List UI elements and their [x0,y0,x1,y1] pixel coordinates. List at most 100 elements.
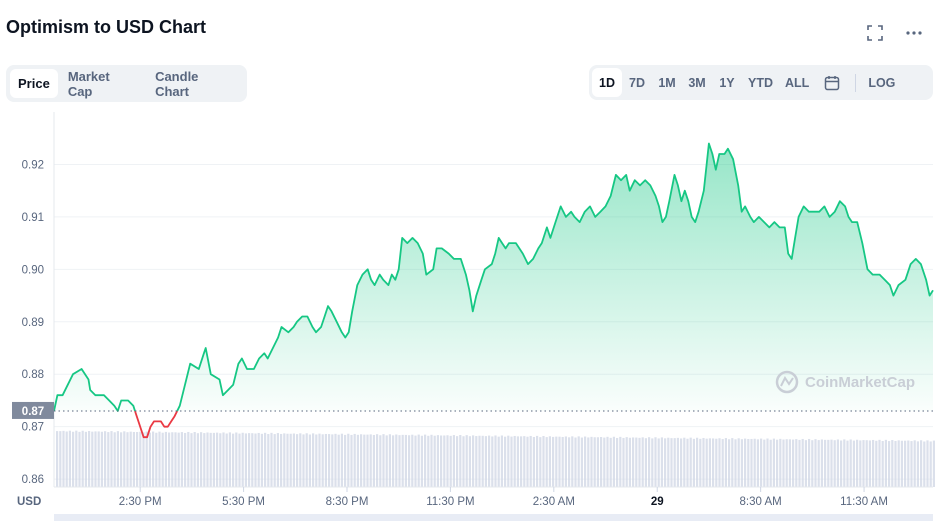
volume-bar [699,438,702,487]
volume-bar [228,432,231,487]
volume-bar [587,437,590,487]
volume-bar [369,434,372,487]
volume-bar [641,437,644,487]
volume-bar [568,437,571,487]
volume-bar [689,437,692,487]
volume-bar [219,433,222,487]
volume-bar [372,434,375,487]
price-chart[interactable]: 0.86 0.87 0.88 0.89 0.90 0.91 0.92 0.87 CoinMark… [0,0,938,521]
volume-bar [664,438,667,487]
volume-bar [417,434,420,487]
volume-bar [577,436,580,487]
volume-bar [145,431,148,487]
volume-bar [552,436,555,487]
volume-bar [907,440,910,487]
volume-bar [516,436,519,487]
volume-bar [772,438,775,487]
volume-bar [324,433,327,487]
volume-bar [539,437,542,487]
volume-bar [820,439,823,487]
volume-bar [347,433,350,487]
volume-bar [62,430,65,487]
volume-bar [904,440,907,487]
volume-bar [920,440,923,487]
volume-bar [705,438,708,487]
volume-bar [260,433,263,487]
volume-bar [731,438,734,487]
x-tick-label: 8:30 PM [326,496,369,508]
volume-bar [878,439,881,487]
volume-bar [129,431,132,487]
volume-bar [529,435,532,487]
volume-bar [257,432,260,487]
volume-bar [203,433,206,487]
volume-bar [97,431,100,487]
volume-bar [334,433,337,487]
volume-bar [196,433,199,487]
volume-bar [366,434,369,487]
volume-bar [340,433,343,487]
volume-bar [584,436,587,487]
volume-bar [356,434,359,487]
volume-bar [436,435,439,487]
volume-bar [622,437,625,487]
volume-bar [420,435,423,487]
volume-bar [488,435,491,487]
volume-bar [81,430,84,487]
volume-bar [244,433,247,487]
volume-bar [152,431,155,487]
volume-bar [766,438,769,487]
volume-bar [712,438,715,487]
volume-bar [753,438,756,487]
volume-bar [932,440,935,487]
volume-bar [484,436,487,487]
volume-bar [142,432,145,487]
volume-bar [132,431,135,487]
volume-bar [779,438,782,487]
volume-bar [424,434,427,487]
volume-bar [360,434,363,487]
volume-bar [817,440,820,487]
volume-bar [760,438,763,487]
volume-bar [216,432,219,487]
volume-bar [238,433,241,487]
volume-bar [504,436,507,487]
volume-bar [862,440,865,487]
volume-bar [644,438,647,487]
volume-bar [868,440,871,487]
volume-bar [478,435,481,487]
volume-bar [270,432,273,487]
volume-bar [398,435,401,487]
volume-bar [859,440,862,487]
x-tick-label: 29 [651,496,664,508]
volume-bar [926,440,929,487]
volume-bar [526,436,529,487]
volume-bar [184,432,187,487]
volume-bar [462,436,465,487]
volume-bar [158,431,161,487]
volume-bar [318,433,321,487]
volume-bar [321,434,324,487]
volume-bar [900,440,903,487]
volume-bar [596,437,599,487]
volume-bar [881,441,884,487]
volume-bar [635,437,638,487]
volume-bar [590,436,593,487]
volume-bar [827,439,830,487]
volume-bar [571,436,574,487]
volume-bar [414,435,417,487]
y-tick-label: 0.86 [22,474,44,486]
volume-bar [785,439,788,487]
volume-bar [286,433,289,487]
volume-bar [532,436,535,487]
volume-bar [267,434,270,487]
volume-bar [440,435,443,487]
volume-bar [510,436,513,487]
volume-bar [545,437,548,487]
volume-bar [168,432,171,487]
volume-bar [344,434,347,487]
volume-bar [276,433,279,487]
volume-bar [721,439,724,487]
volume-bar [139,431,142,487]
volume-bar [385,435,388,487]
